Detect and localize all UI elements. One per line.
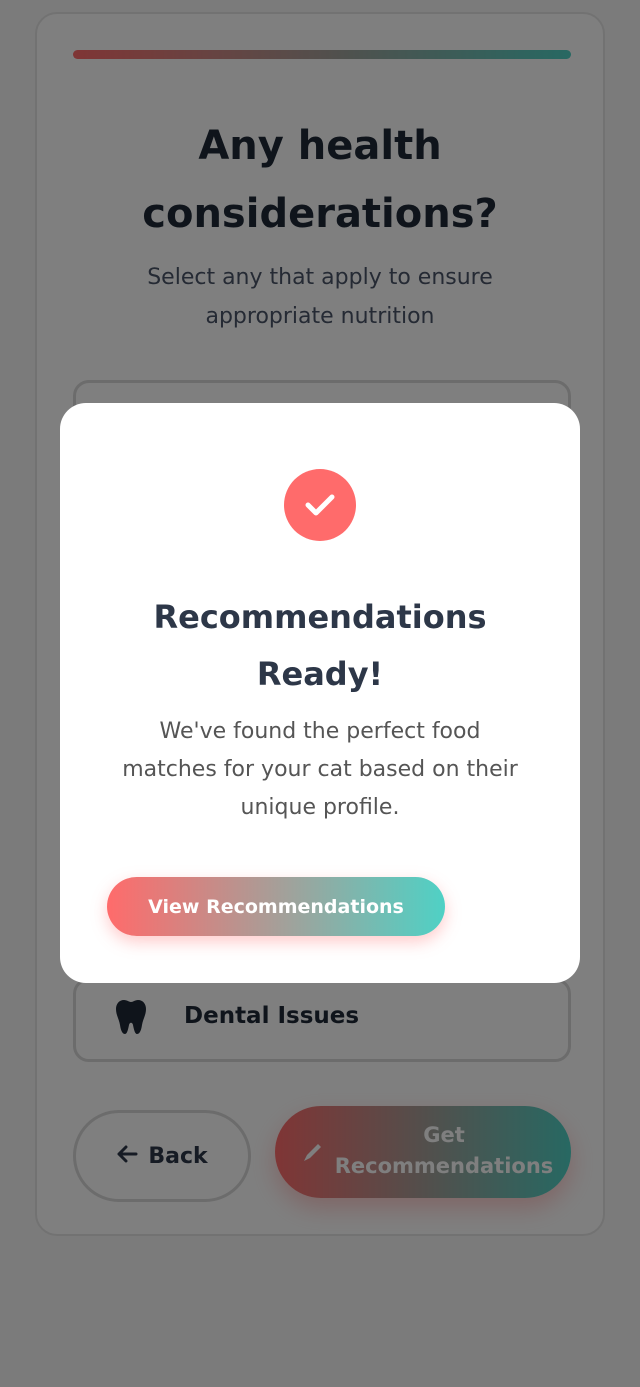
success-modal: Recommendations Ready! We've found the p…: [60, 403, 580, 983]
modal-title: Recommendations Ready!: [153, 598, 487, 693]
modal-message: We've found the perfect food matches for…: [122, 719, 518, 820]
checkmark-icon: [284, 469, 356, 541]
view-recommendations-button[interactable]: View Recommendations: [107, 877, 445, 936]
